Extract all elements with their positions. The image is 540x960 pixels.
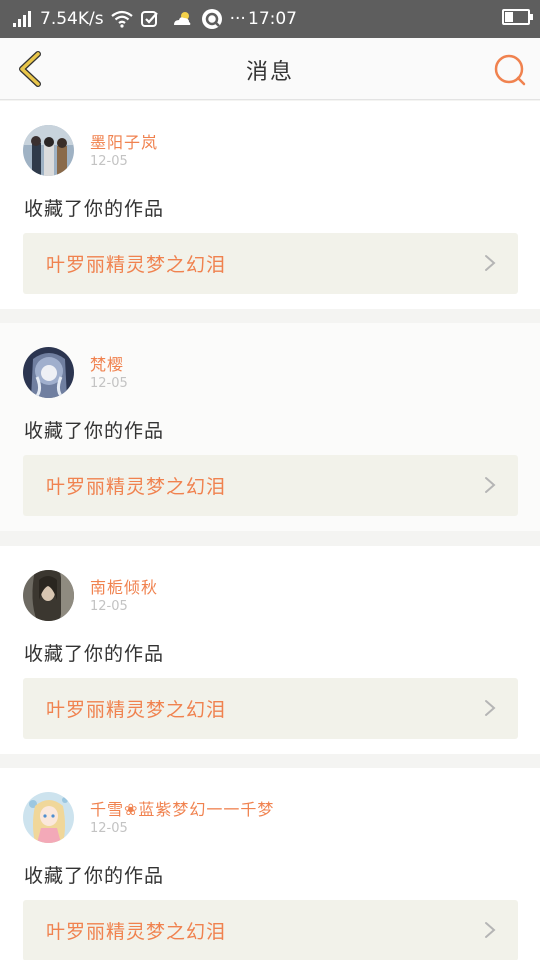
work-link[interactable]: 叶罗丽精灵梦之幻泪	[23, 678, 518, 739]
message-action: 收藏了你的作品	[24, 643, 165, 665]
weather-icon	[173, 12, 190, 25]
network-speed: 7.54K/s	[40, 9, 104, 29]
chevron-right-icon	[485, 477, 496, 493]
username[interactable]: 南栀倾秋	[90, 574, 158, 598]
page-title: 消息	[245, 60, 294, 85]
chevron-right-icon	[485, 700, 496, 716]
header: 消息	[0, 38, 540, 100]
signal-icon	[13, 11, 31, 27]
message-action: 收藏了你的作品	[24, 420, 165, 442]
app-notification-icon	[201, 9, 222, 29]
work-link[interactable]: 叶罗丽精灵梦之幻泪	[23, 900, 518, 960]
notification-check-icon	[140, 11, 158, 27]
username[interactable]: 千雪❀蓝紫梦幻一一千梦	[90, 796, 274, 820]
battery-icon	[502, 9, 533, 25]
wifi-icon	[110, 10, 133, 28]
message-date: 12-05	[90, 599, 128, 614]
message-card: 墨阳子岚 12-05 收藏了你的作品 叶罗丽精灵梦之幻泪	[0, 101, 540, 309]
work-link[interactable]: 叶罗丽精灵梦之幻泪	[23, 233, 518, 294]
message-action: 收藏了你的作品	[24, 198, 165, 220]
work-title: 叶罗丽精灵梦之幻泪	[46, 921, 227, 943]
message-date: 12-05	[90, 821, 128, 836]
avatar[interactable]	[23, 570, 74, 621]
avatar[interactable]	[23, 125, 74, 176]
chevron-right-icon	[485, 255, 496, 271]
work-title: 叶罗丽精灵梦之幻泪	[46, 254, 227, 276]
message-card: 南栀倾秋 12-05 收藏了你的作品 叶罗丽精灵梦之幻泪	[0, 546, 540, 754]
search-icon[interactable]	[490, 50, 530, 90]
message-card: 千雪❀蓝紫梦幻一一千梦 12-05 收藏了你的作品 叶罗丽精灵梦之幻泪	[0, 768, 540, 960]
work-title: 叶罗丽精灵梦之幻泪	[46, 476, 227, 498]
message-date: 12-05	[90, 376, 128, 391]
work-link[interactable]: 叶罗丽精灵梦之幻泪	[23, 455, 518, 516]
message-date: 12-05	[90, 154, 128, 169]
more-notifications: ···	[229, 9, 246, 29]
message-card: 梵樱 12-05 收藏了你的作品 叶罗丽精灵梦之幻泪	[0, 323, 540, 531]
status-bar: 7.54K/s ··· 17:07	[0, 0, 540, 38]
username[interactable]: 梵樱	[90, 351, 124, 375]
username[interactable]: 墨阳子岚	[90, 129, 158, 153]
status-time: 17:07	[248, 9, 297, 29]
message-action: 收藏了你的作品	[24, 865, 165, 887]
work-title: 叶罗丽精灵梦之幻泪	[46, 699, 227, 721]
avatar[interactable]	[23, 347, 74, 398]
chevron-right-icon	[485, 922, 496, 938]
avatar[interactable]	[23, 792, 74, 843]
